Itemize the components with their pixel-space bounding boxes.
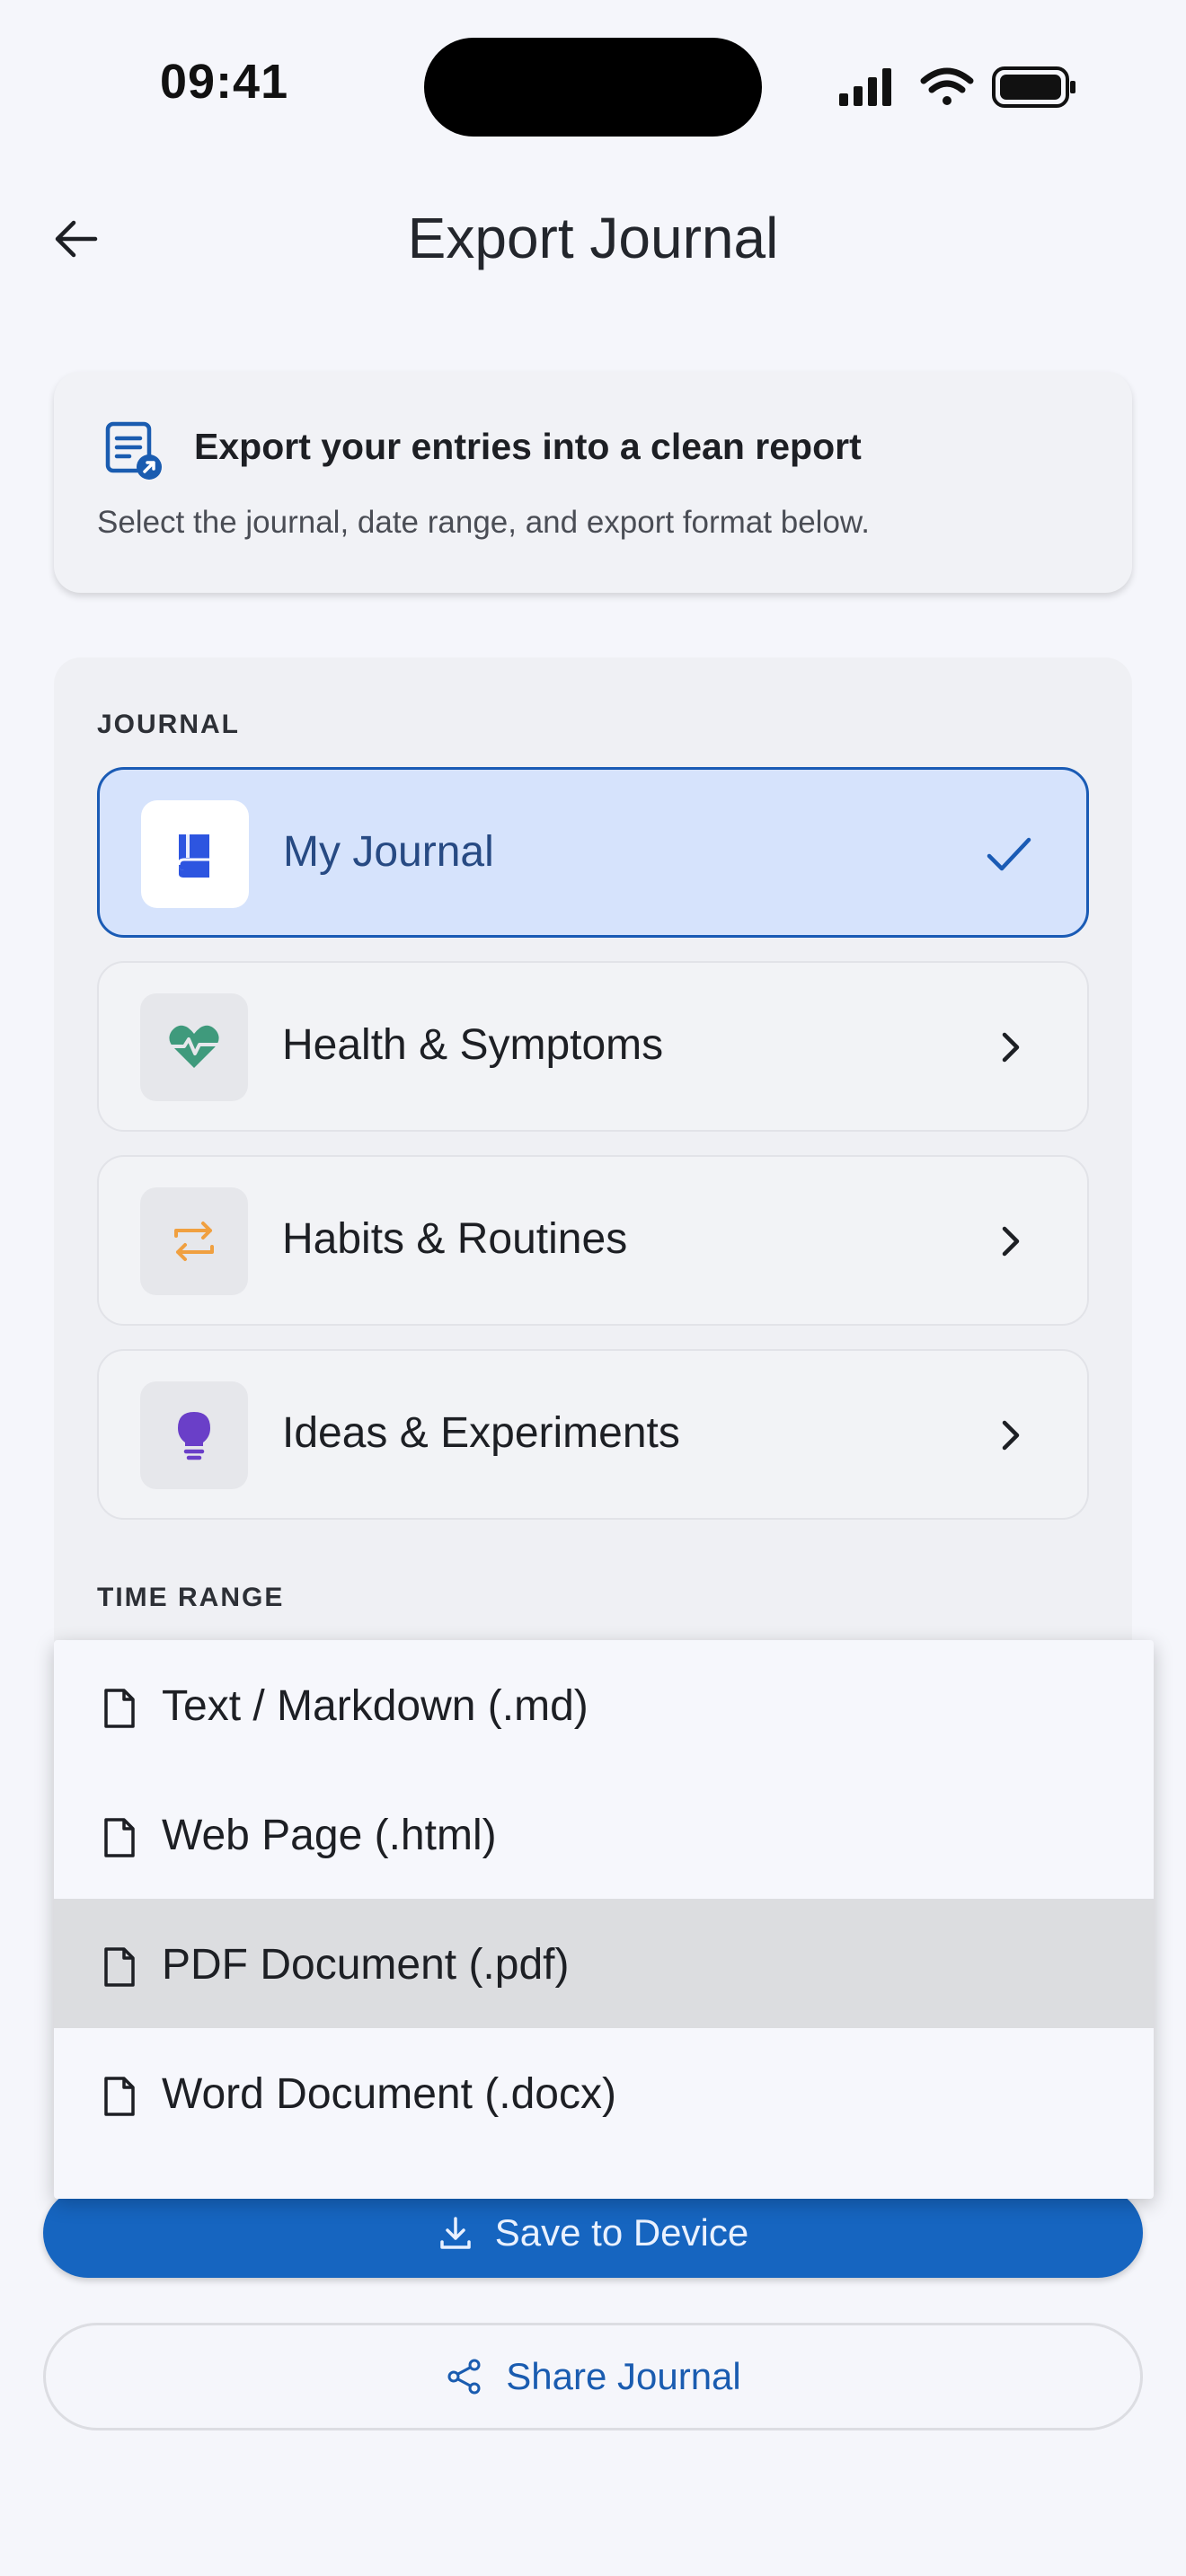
heart-pulse-icon (140, 993, 248, 1101)
time-range-section-label: TIME RANGE (97, 1583, 285, 1612)
menu-item-docx[interactable]: Word Document (.docx) (54, 2028, 1154, 2157)
journal-item-ideas-experiments[interactable]: Ideas & Experiments (97, 1349, 1089, 1520)
file-icon (104, 1818, 135, 1857)
journal-section-label: JOURNAL (97, 710, 241, 739)
status-icons (839, 61, 1076, 113)
file-icon (104, 1689, 135, 1728)
menu-item-label: Word Document (.docx) (162, 2070, 616, 2118)
export-format-menu: Text / Markdown (.md) Web Page (.html) P… (54, 1640, 1154, 2199)
menu-item-label: PDF Document (.pdf) (162, 1941, 570, 1989)
info-card-title: Export your entries into a clean report (194, 426, 862, 467)
share-icon (447, 2359, 481, 2395)
journal-item-label: My Journal (283, 828, 494, 876)
status-time: 09:41 (160, 55, 289, 109)
signal-icon (839, 68, 891, 106)
download-icon (440, 2217, 471, 2249)
info-card-subtitle: Select the journal, date range, and expo… (97, 505, 870, 540)
check-icon (982, 827, 1036, 881)
save-button-label: Save to Device (494, 2211, 749, 2254)
menu-item-markdown[interactable]: Text / Markdown (.md) (54, 1640, 1154, 1769)
wifi-icon (920, 67, 974, 105)
chevron-right-icon (983, 1214, 1037, 1268)
chevron-right-icon (983, 1020, 1037, 1074)
info-card: Export your entries into a clean report … (54, 372, 1132, 593)
menu-item-label: Web Page (.html) (162, 1812, 497, 1859)
dynamic-island (424, 38, 762, 137)
journal-item-label: Ideas & Experiments (282, 1409, 680, 1457)
lightbulb-icon (140, 1381, 248, 1489)
journal-item-habits-routines[interactable]: Habits & Routines (97, 1155, 1089, 1326)
file-icon (104, 2077, 135, 2116)
menu-item-html[interactable]: Web Page (.html) (54, 1769, 1154, 1899)
share-journal-button[interactable]: Share Journal (43, 2323, 1143, 2430)
menu-item-pdf[interactable]: PDF Document (.pdf) (54, 1899, 1154, 2028)
export-document-icon (102, 419, 165, 481)
file-icon (104, 1947, 135, 1987)
chevron-right-icon (983, 1408, 1037, 1462)
page-title: Export Journal (407, 206, 779, 270)
battery-icon (992, 66, 1075, 108)
journal-item-health-symptoms[interactable]: Health & Symptoms (97, 961, 1089, 1132)
save-to-device-button[interactable]: Save to Device (43, 2188, 1143, 2278)
journal-item-my-journal[interactable]: My Journal (97, 767, 1089, 938)
book-icon (141, 800, 249, 908)
repeat-icon (140, 1187, 248, 1295)
share-button-label: Share Journal (506, 2355, 741, 2397)
menu-item-label: Text / Markdown (.md) (162, 1682, 589, 1730)
journal-item-label: Habits & Routines (282, 1215, 628, 1263)
journal-item-label: Health & Symptoms (282, 1021, 664, 1069)
